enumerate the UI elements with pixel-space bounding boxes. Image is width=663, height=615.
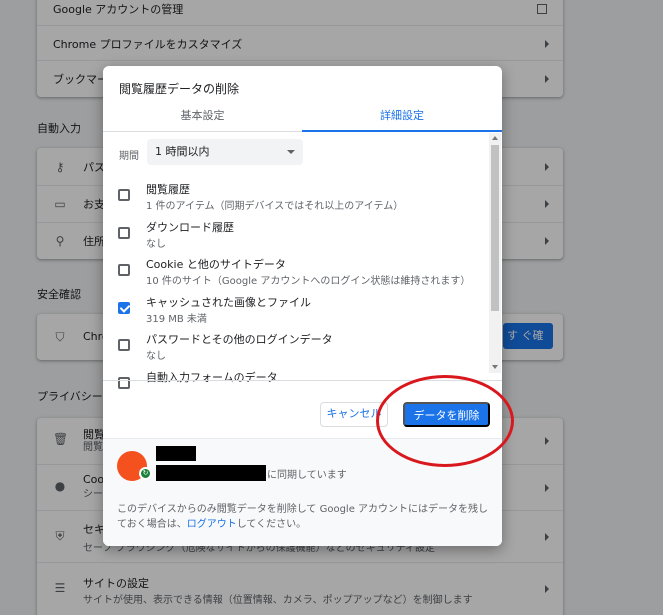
option-title: Cookie と他のサイトデータ — [146, 258, 286, 271]
signout-link[interactable]: ログアウト — [187, 519, 237, 530]
option-sublabel: 1 件のアイテム（同期デバイスではそれ以上のアイテム） — [146, 201, 404, 212]
dialog-title: 閲覧履歴データの削除 — [119, 82, 240, 96]
option-passwords[interactable]: パスワードとその他のログインデータ なし — [103, 329, 488, 367]
option-sublabel: 10 件のサイト（Google アカウントへのログイン状態は維持されます） — [146, 276, 471, 287]
note-text-end: してください。 — [236, 519, 307, 530]
signout-note: このデバイスからのみ閲覧データを削除して Google アカウントにはデータを残… — [117, 502, 493, 532]
option-browsing-history[interactable]: 閲覧履歴 1 件のアイテム（同期デバイスではそれ以上のアイテム） — [103, 179, 488, 217]
time-range-select[interactable]: 1 時間以内 — [147, 139, 303, 165]
checkbox[interactable] — [118, 339, 130, 351]
option-cookies[interactable]: Cookie と他のサイトデータ 10 件のサイト（Google アカウントへの… — [103, 254, 488, 292]
scrollbar[interactable] — [489, 133, 501, 373]
checkbox[interactable] — [118, 377, 130, 389]
option-sublabel: 319 MB 未満 — [146, 314, 207, 325]
scroll-up-arrow-icon[interactable] — [492, 136, 498, 140]
option-title: キャッシュされた画像とファイル — [146, 296, 311, 309]
time-range-value: 1 時間以内 — [155, 145, 210, 158]
option-sublabel: なし — [146, 351, 166, 362]
option-cached-images[interactable]: キャッシュされた画像とファイル 319 MB 未満 — [103, 292, 488, 330]
clear-browsing-data-dialog: 閲覧履歴データの削除 基本設定 詳細設定 期間 1 時間以内 閲覧履歴 1 件の… — [103, 66, 502, 546]
option-title: 閲覧履歴 — [146, 183, 190, 196]
option-title: 自動入力フォームのデータ — [146, 371, 278, 384]
checkbox-checked[interactable] — [118, 302, 130, 314]
tab-basic[interactable]: 基本設定 — [103, 102, 302, 132]
sync-status: に同期しています — [267, 470, 347, 481]
scrollbar-thumb[interactable] — [491, 145, 499, 311]
option-sublabel: なし — [146, 239, 166, 250]
tab-advanced[interactable]: 詳細設定 — [302, 102, 502, 132]
checkbox[interactable] — [118, 189, 130, 201]
option-title: パスワードとその他のログインデータ — [146, 333, 333, 346]
tab-bar: 基本設定 詳細設定 — [103, 102, 502, 132]
option-download-history[interactable]: ダウンロード履歴 なし — [103, 217, 488, 255]
period-label: 期間 — [119, 151, 139, 162]
sync-icon: ↻ — [139, 467, 152, 480]
option-title: ダウンロード履歴 — [146, 221, 234, 234]
redacted-email — [156, 465, 266, 481]
checkbox[interactable] — [118, 227, 130, 239]
annotation-ellipse — [376, 375, 514, 467]
checkbox[interactable] — [118, 264, 130, 276]
redacted-name — [156, 446, 196, 461]
dropdown-caret-icon — [287, 150, 295, 154]
scroll-down-arrow-icon[interactable] — [492, 365, 498, 369]
